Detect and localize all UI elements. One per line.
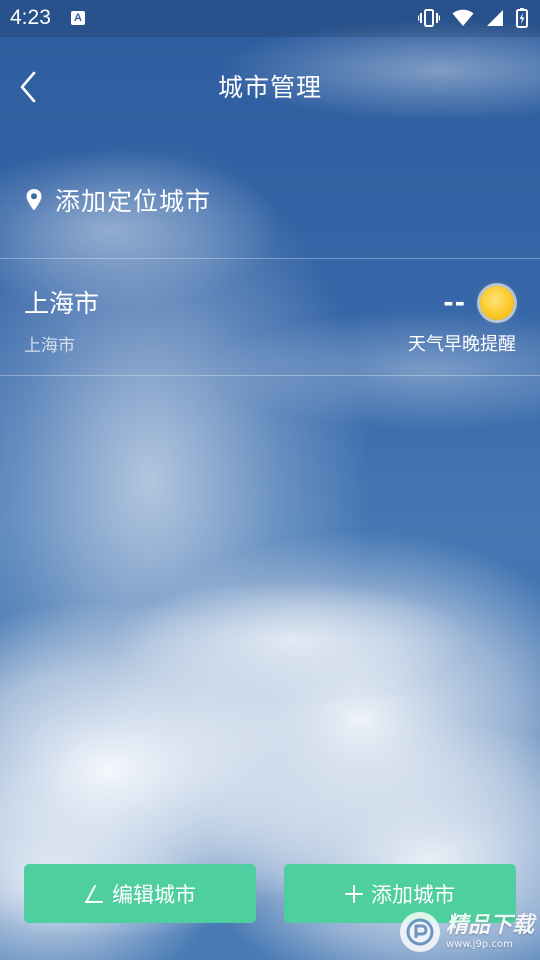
sun-icon — [480, 286, 514, 320]
pencil-icon — [84, 884, 104, 904]
city-subtitle: 上海市 — [24, 336, 75, 356]
status-bar: 4:23 A — [0, 0, 540, 37]
watermark-title: 精品下载 — [445, 912, 534, 938]
page-title: 城市管理 — [217, 73, 322, 102]
status-time: 4:23 — [10, 6, 51, 29]
battery-icon — [516, 8, 528, 28]
add-location-city-button[interactable]: 添加定位城市 — [0, 168, 540, 232]
wifi-icon — [452, 9, 474, 27]
city-list-item[interactable]: 上海市 上海市 -- 天气早晚提醒 — [0, 260, 540, 375]
edit-city-label: 编辑城市 — [112, 882, 196, 907]
watermark-text: 精品下载 www.j9p.com — [445, 912, 534, 950]
watermark-url: www.j9p.com — [445, 938, 513, 950]
divider — [0, 258, 540, 259]
plus-icon — [345, 884, 363, 903]
location-pin-icon — [25, 188, 43, 212]
sky-background — [0, 0, 540, 960]
city-temperature: -- — [443, 288, 466, 317]
watermark-logo-icon — [399, 912, 440, 952]
watermark: 精品下载 www.j9p.com — [399, 912, 534, 952]
add-city-label: 添加城市 — [371, 882, 455, 907]
weather-reminder-link[interactable]: 天气早晚提醒 — [408, 330, 516, 356]
add-location-city-label: 添加定位城市 — [55, 187, 212, 216]
notification-a-icon: A — [71, 11, 85, 25]
vibrate-icon — [418, 9, 440, 27]
divider — [0, 375, 540, 376]
city-name: 上海市 — [24, 289, 100, 318]
status-icons — [418, 8, 528, 28]
edit-city-button[interactable]: 编辑城市 — [24, 864, 256, 923]
signal-icon — [486, 9, 504, 27]
